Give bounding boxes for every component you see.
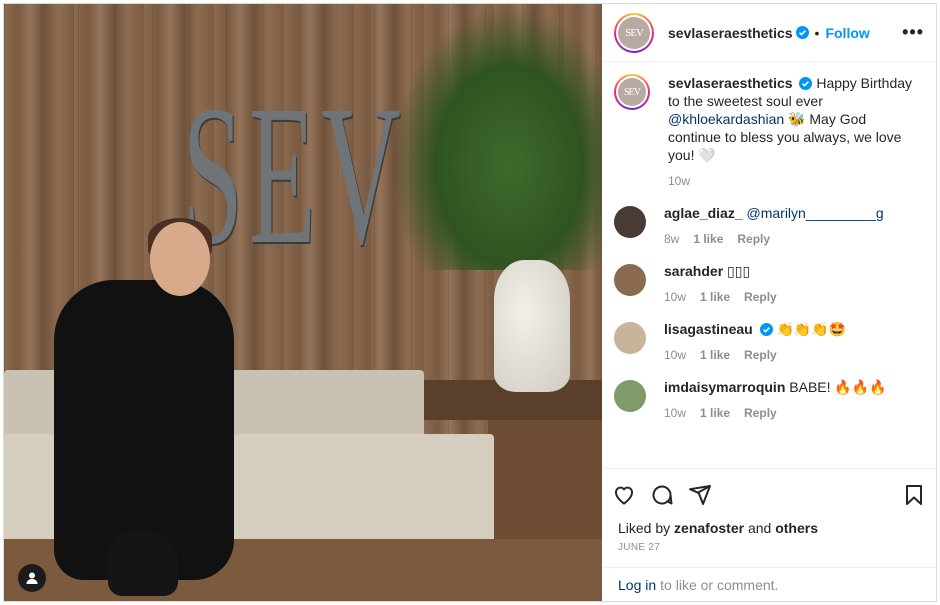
caption-time[interactable]: 10w — [668, 172, 690, 190]
comment-text: ▯▯▯ — [727, 263, 751, 279]
liked-user[interactable]: zenafoster — [674, 520, 744, 536]
liked-prefix: Liked by — [618, 520, 671, 536]
comment-time[interactable]: 10w — [664, 404, 686, 422]
wall-sign: SEV — [182, 65, 407, 286]
shoe — [108, 532, 178, 596]
header-username[interactable]: sevlaseraesthetics — [668, 25, 793, 41]
caption-mention[interactable]: @khloekardashian — [668, 111, 784, 127]
likes-summary: Liked by zenafoster and others — [602, 520, 936, 536]
comment-likes[interactable]: 1 like — [700, 404, 730, 422]
person-icon — [26, 572, 38, 584]
heart-icon[interactable] — [612, 483, 636, 507]
verified-icon — [799, 77, 813, 90]
comment-time[interactable]: 10w — [664, 346, 686, 364]
comment-text: 👏👏👏🤩 — [776, 321, 847, 337]
commenter-avatar[interactable] — [614, 206, 646, 238]
commenter-avatar[interactable] — [614, 264, 646, 296]
liked-mid: and — [747, 520, 772, 536]
post-dialog: SEV SEV sevlaseraesthetics • Follow ••• … — [3, 3, 937, 602]
liked-others[interactable]: others — [775, 520, 818, 536]
vase — [494, 260, 570, 392]
bookmark-icon[interactable] — [902, 483, 926, 507]
comment-likes[interactable]: 1 like — [693, 230, 723, 248]
post-date[interactable]: JUNE 27 — [602, 536, 936, 553]
commenter-avatar[interactable] — [614, 322, 646, 354]
tagged-users-button[interactable] — [18, 564, 46, 592]
verified-icon — [759, 323, 773, 336]
follow-button[interactable]: Follow — [825, 25, 869, 41]
caption-avatar[interactable]: SEV — [614, 74, 650, 110]
comment-text: BABE! 🔥🔥🔥 — [789, 379, 887, 395]
caption-avatar-logo: SEV — [618, 78, 646, 106]
person-head — [150, 222, 210, 296]
reply-button[interactable]: Reply — [744, 288, 777, 306]
action-bar — [602, 468, 936, 520]
comment-item: aglae_diaz_ @marilyn_________g 8w 1 like… — [614, 204, 920, 248]
caption-username[interactable]: sevlaseraesthetics — [668, 75, 793, 91]
comment-username[interactable]: sarahder — [664, 263, 723, 279]
plant — [394, 10, 602, 270]
more-options-icon[interactable]: ••• — [902, 22, 924, 43]
login-link[interactable]: Log in — [618, 577, 656, 593]
separator-dot: • — [814, 24, 820, 41]
comments-list: SEV sevlaseraesthetics Happy Birthday to… — [602, 62, 936, 468]
comment-username[interactable]: aglae_diaz_ — [664, 205, 743, 221]
comment-item: sarahder ▯▯▯ 10w 1 like Reply — [614, 262, 920, 306]
avatar-logo: SEV — [618, 16, 650, 49]
verified-icon — [795, 26, 809, 39]
comment-mention[interactable]: @marilyn_________g — [747, 205, 884, 221]
post-sidebar: SEV sevlaseraesthetics • Follow ••• SEV … — [602, 4, 936, 601]
comment-time[interactable]: 10w — [664, 288, 686, 306]
comment-likes[interactable]: 1 like — [700, 288, 730, 306]
post-header: SEV sevlaseraesthetics • Follow ••• — [602, 4, 936, 62]
post-photo[interactable]: SEV — [4, 4, 602, 601]
reply-button[interactable]: Reply — [744, 346, 777, 364]
comment-username[interactable]: lisagastineau — [664, 321, 753, 337]
reply-button[interactable]: Reply — [737, 230, 770, 248]
caption: SEV sevlaseraesthetics Happy Birthday to… — [614, 74, 920, 190]
comment-time[interactable]: 8w — [664, 230, 679, 248]
login-text: to like or comment. — [660, 576, 779, 593]
reply-button[interactable]: Reply — [744, 404, 777, 422]
comment-item: lisagastineau 👏👏👏🤩 10w 1 like Reply — [614, 320, 920, 364]
share-icon[interactable] — [688, 483, 712, 507]
avatar[interactable]: SEV — [614, 12, 654, 53]
comment-icon[interactable] — [650, 483, 674, 507]
comment-likes[interactable]: 1 like — [700, 346, 730, 364]
commenter-avatar[interactable] — [614, 380, 646, 412]
comment-username[interactable]: imdaisymarroquin — [664, 379, 785, 395]
login-prompt: Log in to like or comment. — [602, 567, 936, 601]
comment-item: imdaisymarroquin BABE! 🔥🔥🔥 10w 1 like Re… — [614, 378, 920, 422]
